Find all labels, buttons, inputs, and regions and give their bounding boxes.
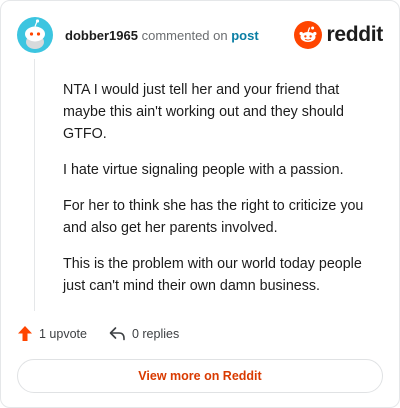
upvote-count: 1 upvote	[39, 326, 87, 341]
upvote-button[interactable]: 1 upvote	[17, 325, 87, 342]
user-avatar[interactable]	[17, 17, 53, 53]
reddit-brand[interactable]: reddit	[294, 21, 383, 49]
replies-button[interactable]: 0 replies	[109, 326, 179, 341]
reddit-embed-card: dobber1965 commented on post reddit NTA …	[0, 0, 400, 408]
comment-paragraph: For her to think she has the right to cr…	[63, 198, 364, 236]
post-link[interactable]: post	[231, 28, 258, 43]
reply-arrow-icon	[109, 327, 125, 341]
username-link[interactable]: dobber1965	[65, 28, 138, 43]
reddit-logo-icon	[294, 21, 323, 49]
upvote-arrow-icon	[18, 326, 32, 341]
comment-byline: dobber1965 commented on post	[65, 28, 259, 43]
comment-header: dobber1965 commented on post	[17, 15, 259, 55]
comment-paragraph: This is the problem with our world today…	[63, 256, 362, 294]
thread-line	[34, 59, 35, 311]
replies-count: 0 replies	[131, 326, 180, 341]
reddit-wordmark: reddit	[326, 23, 383, 46]
comment-actions: 1 upvote 0 replies	[17, 325, 179, 342]
snoo-avatar-icon	[25, 19, 45, 49]
view-more-on-reddit-button[interactable]: View more on Reddit	[17, 359, 383, 393]
comment-body: NTA I would just tell her and your frien…	[63, 79, 383, 311]
comment-paragraph: NTA I would just tell her and your frien…	[63, 82, 344, 142]
byline-verb: commented on	[141, 27, 228, 43]
comment-paragraph: I hate virtue signaling people with a pa…	[63, 162, 344, 178]
